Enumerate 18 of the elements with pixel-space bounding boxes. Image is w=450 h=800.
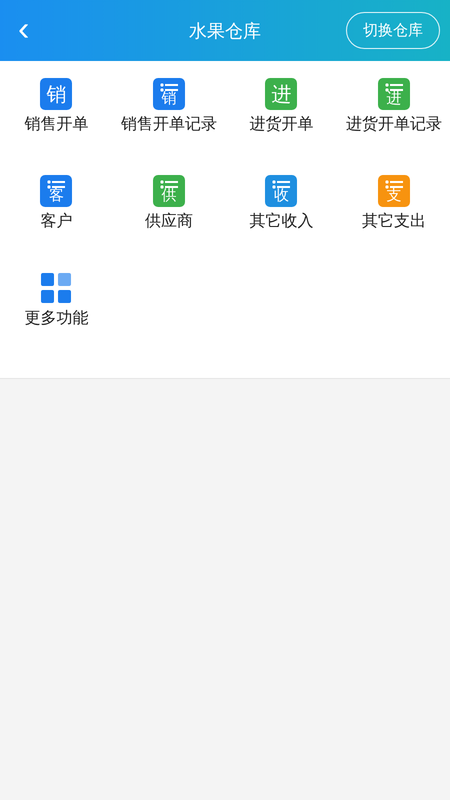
- app-icon: 进: [265, 78, 298, 110]
- header-title: 水果仓库: [189, 20, 261, 42]
- menu-item-label[interactable]: 销售开单记录: [120, 114, 217, 135]
- list-icon: 收: [265, 175, 298, 207]
- menu-item-label[interactable]: 进货开单: [249, 114, 314, 135]
- menu-item-label[interactable]: 进货开单记录: [346, 114, 442, 135]
- menu-item-label[interactable]: 其它支出: [362, 211, 426, 232]
- app-icon: 销: [40, 78, 72, 110]
- menu-item-label[interactable]: 供应商: [144, 211, 193, 232]
- list-icon: 支: [378, 175, 410, 207]
- menu-item-label[interactable]: 客户: [40, 211, 72, 232]
- list-icon: 客: [40, 175, 72, 207]
- list-icon: 销: [152, 78, 185, 110]
- menu-item-label[interactable]: 更多功能: [24, 308, 88, 329]
- menu-item-label[interactable]: 其它收入: [249, 211, 314, 232]
- list-icon: 进: [378, 78, 410, 110]
- list-icon: 供: [152, 175, 185, 207]
- menu-item-label[interactable]: 销售开单: [24, 114, 88, 135]
